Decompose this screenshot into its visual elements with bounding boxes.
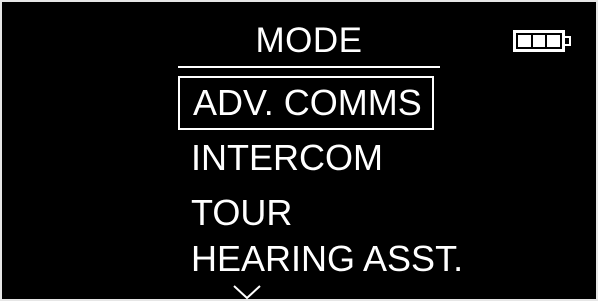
menu-item-hearing-asst[interactable]: HEARING ASST. xyxy=(178,234,473,288)
menu-item-label: ADV. COMMS xyxy=(193,82,422,123)
title-underline xyxy=(178,66,440,68)
battery-body xyxy=(513,30,565,52)
menu-item-label: TOUR xyxy=(191,192,293,233)
battery-icon xyxy=(513,30,575,52)
menu-item-adv-comms[interactable]: ADV. COMMS xyxy=(178,76,434,130)
device-screen: MODE ADV. COMMS INTERCOM TOUR HEARING AS… xyxy=(0,0,598,301)
battery-terminal xyxy=(565,36,571,46)
battery-bar xyxy=(547,35,561,47)
menu-item-intercom[interactable]: INTERCOM xyxy=(178,133,393,187)
battery-bar xyxy=(532,35,546,47)
battery-bar xyxy=(518,35,531,47)
chevron-down-icon[interactable] xyxy=(233,285,261,299)
menu-item-label: HEARING ASST. xyxy=(191,238,464,279)
mode-title: MODE xyxy=(255,21,363,60)
menu-item-label: INTERCOM xyxy=(191,137,383,178)
